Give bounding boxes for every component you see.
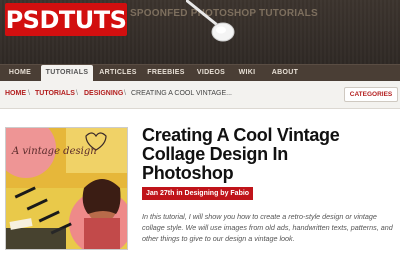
breadcrumb-separator: \ bbox=[124, 90, 126, 97]
breadcrumb-current: CREATING A COOL VINTAGE... bbox=[131, 90, 233, 97]
breadcrumb-designing[interactable]: DESIGNING bbox=[84, 90, 123, 97]
nav-wiki[interactable]: WIKI bbox=[234, 65, 260, 81]
nav-videos[interactable]: VIDEOS bbox=[193, 65, 229, 81]
breadcrumb-separator: \ bbox=[76, 90, 78, 97]
article-thumbnail[interactable]: A vintage design bbox=[5, 127, 128, 250]
site-logo[interactable]: PSDTUTS bbox=[5, 3, 127, 36]
breadcrumb-tutorials[interactable]: TUTORIALS bbox=[35, 90, 75, 97]
breadcrumb: HOME \ TUTORIALS \ DESIGNING \ CREATING … bbox=[0, 81, 400, 109]
nav-about[interactable]: ABOUT bbox=[266, 65, 304, 81]
nav-articles[interactable]: ARTICLES bbox=[96, 65, 140, 81]
nav-home[interactable]: HOME bbox=[4, 65, 36, 81]
thumbnail-text: A vintage design bbox=[11, 146, 97, 157]
nav-tutorials[interactable]: TUTORIALS bbox=[41, 65, 93, 82]
breadcrumb-separator: \ bbox=[28, 90, 30, 97]
article-title-line: Collage Design In bbox=[142, 144, 288, 164]
site-header: PSDTUTS SPOONFED PHOTOSHOP TUTORIALS bbox=[0, 0, 400, 64]
article-title[interactable]: Creating A Cool Vintage Collage Design I… bbox=[142, 126, 397, 183]
breadcrumb-home[interactable]: HOME bbox=[5, 90, 26, 97]
spoon-icon bbox=[186, 0, 235, 42]
logo-text: PSDTUTS bbox=[5, 5, 127, 34]
article-title-line: Creating A Cool Vintage bbox=[142, 125, 340, 145]
collage-thumbnail-icon: A vintage design bbox=[6, 128, 127, 249]
article-excerpt: In this tutorial, I will show you how to… bbox=[142, 212, 393, 243]
article-meta-badge: Jan 27th in Designing by Fabio bbox=[142, 187, 254, 200]
categories-button[interactable]: CATEGORIES bbox=[344, 87, 398, 102]
main-nav: HOME TUTORIALS ARTICLES FREEBIES VIDEOS … bbox=[0, 64, 400, 82]
nav-freebies[interactable]: FREEBIES bbox=[144, 65, 188, 81]
article-title-line: Photoshop bbox=[142, 163, 234, 183]
